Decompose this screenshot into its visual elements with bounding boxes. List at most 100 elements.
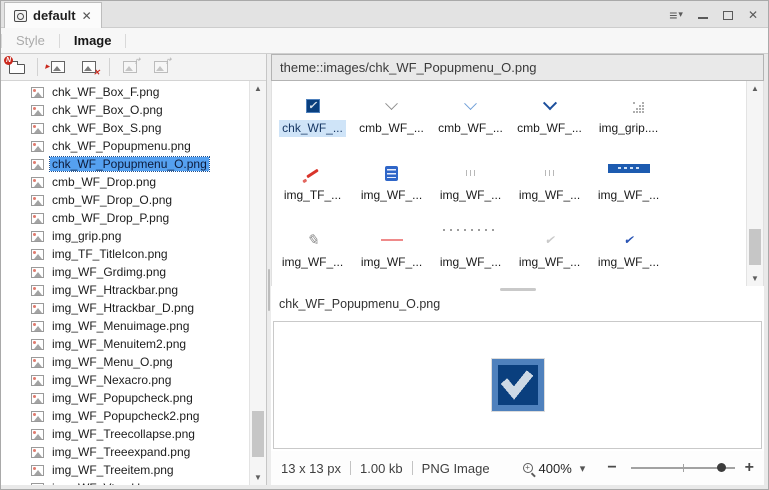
file-item[interactable]: img_WF_Htrackbar_D.png <box>1 299 249 317</box>
file-item[interactable]: img_WF_Menuitem2.png <box>1 335 249 353</box>
doc-tab-default[interactable]: default ✕ <box>4 2 102 28</box>
thumbnail-cell[interactable]: chk_WF_... <box>273 83 352 150</box>
image-dimensions: 13 x 13 px <box>281 461 341 476</box>
file-item[interactable]: cmb_WF_Drop_P.png <box>1 209 249 227</box>
image-file-icon <box>31 141 44 152</box>
file-item[interactable]: img_TF_TitleIcon.png <box>1 245 249 263</box>
open-theme-folder-button[interactable] <box>6 56 28 78</box>
thumbnail-cell[interactable]: img_WF_... <box>273 217 352 284</box>
checkbox-preview-image <box>492 359 544 411</box>
restore-button[interactable] <box>723 11 733 20</box>
file-item[interactable]: chk_WF_Box_O.png <box>1 101 249 119</box>
file-name: img_TF_TitleIcon.png <box>50 247 170 261</box>
thumbnail-cell[interactable]: cmb_WF_... <box>510 83 589 150</box>
zoom-in-button[interactable]: + <box>745 459 754 477</box>
zoom-out-button[interactable]: − <box>607 459 616 477</box>
thumbnail-cell[interactable]: img_TF_... <box>273 150 352 217</box>
file-item[interactable]: img_WF_Vtrackbar.png <box>1 479 249 485</box>
chevron-blue-icon <box>542 96 556 110</box>
file-name: chk_WF_Box_S.png <box>50 121 163 135</box>
status-separator <box>350 461 351 475</box>
tab-image[interactable]: Image <box>60 33 126 48</box>
image-list-panel: chk_WF_Box_F.png chk_WF_Box_O.png chk_WF… <box>1 54 267 485</box>
scroll-down-icon[interactable] <box>747 271 763 286</box>
file-name: cmb_WF_Drop_P.png <box>50 211 171 225</box>
file-item[interactable]: img_WF_Popupcheck.png <box>1 389 249 407</box>
import-image-button[interactable] <box>47 56 69 78</box>
image-status-bar: 13 x 13 px 1.00 kb PNG Image 400% − + <box>271 451 764 485</box>
scrollbar-thumb[interactable] <box>252 411 264 457</box>
zoom-dropdown-chevron-icon[interactable] <box>580 462 586 475</box>
scroll-up-icon[interactable] <box>747 81 763 96</box>
image-file-icon <box>31 321 44 332</box>
scroll-up-icon[interactable] <box>250 81 266 96</box>
file-list-scrollbar[interactable] <box>249 81 266 485</box>
thumbnail-cell[interactable]: img_WF_... <box>510 150 589 217</box>
file-item[interactable]: img_WF_Treeitem.png <box>1 461 249 479</box>
tab-list-menu-icon[interactable] <box>669 7 683 23</box>
file-item[interactable]: img_WF_Htrackbar.png <box>1 281 249 299</box>
thumbnail-label: chk_WF_... <box>279 120 346 137</box>
preview-title: chk_WF_Popupmenu_O.png <box>279 297 440 311</box>
file-item[interactable]: chk_WF_Box_S.png <box>1 119 249 137</box>
image-file-icon <box>31 375 44 386</box>
delete-image-button[interactable] <box>78 56 100 78</box>
thumbnail-cell[interactable]: cmb_WF_... <box>431 83 510 150</box>
thumbnail-cell[interactable]: cmb_WF_... <box>352 83 431 150</box>
image-file-icon <box>31 429 44 440</box>
chevron-grey-icon <box>385 97 398 110</box>
thumbnail-label: img_TF_... <box>281 187 344 204</box>
thumbnail-cell[interactable]: img_WF_... <box>431 150 510 217</box>
thumbnail-label: img_WF_... <box>437 187 504 204</box>
file-name: cmb_WF_Drop_O.png <box>50 193 174 207</box>
image-list-toolbar <box>1 54 266 81</box>
file-item[interactable]: img_WF_Menuimage.png <box>1 317 249 335</box>
thumbnail-cell[interactable]: img_WF_... <box>589 150 668 217</box>
zoom-magnifier-icon <box>523 463 533 473</box>
file-item[interactable]: img_grip.png <box>1 227 249 245</box>
file-name: img_WF_Menuitem2.png <box>50 337 188 351</box>
thumbnail-cell[interactable]: img_WF_... <box>431 217 510 284</box>
thumbnail-cell[interactable]: img_WF_... <box>352 150 431 217</box>
file-item[interactable]: img_WF_Treecollapse.png <box>1 425 249 443</box>
red-stroke-icon <box>306 168 319 178</box>
doc-tab-close-icon[interactable]: ✕ <box>82 9 92 23</box>
image-file-icon <box>31 267 44 278</box>
thumbnail-cell[interactable]: img_WF_... <box>352 217 431 284</box>
file-item[interactable]: cmb_WF_Drop.png <box>1 173 249 191</box>
file-item[interactable]: cmb_WF_Drop_O.png <box>1 191 249 209</box>
tab-style[interactable]: Style <box>2 33 59 48</box>
image-delete-icon <box>82 61 96 73</box>
thumbnail-cell[interactable]: img_WF_... <box>589 217 668 284</box>
thumbnail-cell[interactable]: img_WF_... <box>510 217 589 284</box>
horizontal-splitter[interactable] <box>271 286 764 293</box>
copy-image-button[interactable] <box>119 56 141 78</box>
file-name: chk_WF_Popupmenu.png <box>50 139 193 153</box>
close-button[interactable] <box>748 8 758 22</box>
zoom-slider[interactable] <box>631 467 735 469</box>
file-item[interactable]: img_WF_Grdimg.png <box>1 263 249 281</box>
file-item[interactable]: img_WF_Menu_O.png <box>1 353 249 371</box>
file-item[interactable]: chk_WF_Popupmenu.png <box>1 137 249 155</box>
image-file-icon <box>31 159 44 170</box>
thumbnail-label: cmb_WF_... <box>435 120 506 137</box>
thumbnail-label: img_WF_... <box>516 254 583 271</box>
folder-new-icon <box>9 64 25 74</box>
thumbnail-grid-scrollbar[interactable] <box>746 81 763 286</box>
minimize-button[interactable] <box>698 9 708 21</box>
image-type: PNG Image <box>422 461 490 476</box>
thumbnail-cell[interactable]: img_grip.... <box>589 83 668 150</box>
scrollbar-thumb[interactable] <box>749 229 761 265</box>
zoom-slider-thumb[interactable] <box>717 463 726 472</box>
file-name: img_WF_Menuimage.png <box>50 319 191 333</box>
file-item[interactable]: img_WF_Treeexpand.png <box>1 443 249 461</box>
file-item[interactable]: chk_WF_Popupmenu_O.png <box>1 155 249 173</box>
paste-image-button[interactable] <box>150 56 172 78</box>
scroll-down-icon[interactable] <box>250 470 266 485</box>
file-item[interactable]: chk_WF_Box_F.png <box>1 83 249 101</box>
file-name: img_WF_Nexacro.png <box>50 373 173 387</box>
file-item[interactable]: img_WF_Nexacro.png <box>1 371 249 389</box>
file-name: img_WF_Popupcheck.png <box>50 391 195 405</box>
image-file-list: chk_WF_Box_F.png chk_WF_Box_O.png chk_WF… <box>1 81 249 485</box>
file-item[interactable]: img_WF_Popupcheck2.png <box>1 407 249 425</box>
